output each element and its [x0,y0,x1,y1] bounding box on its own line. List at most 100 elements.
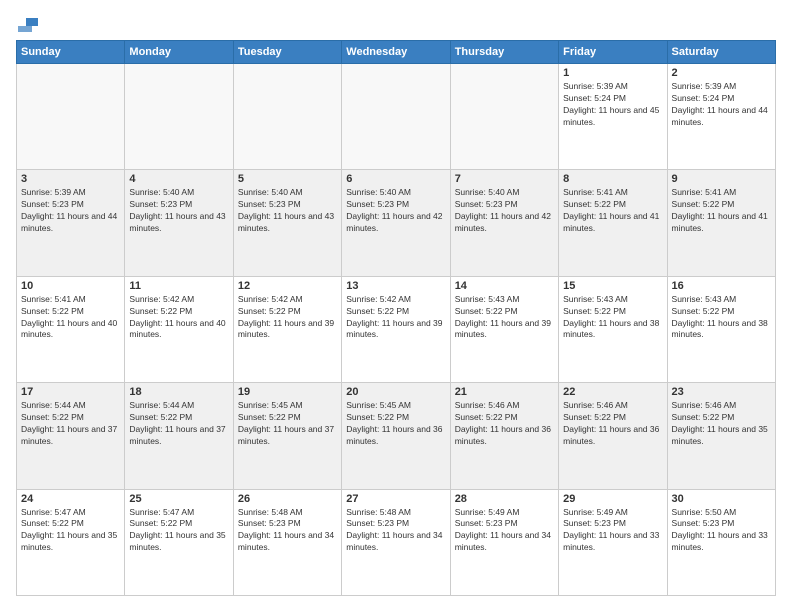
calendar-cell [125,64,233,170]
page: SundayMondayTuesdayWednesdayThursdayFrid… [0,0,792,612]
day-number: 25 [129,493,228,505]
day-info: Sunrise: 5:41 AM Sunset: 5:22 PM Dayligh… [672,187,771,235]
day-info: Sunrise: 5:43 AM Sunset: 5:22 PM Dayligh… [672,294,771,342]
logo [16,16,38,32]
day-info: Sunrise: 5:41 AM Sunset: 5:22 PM Dayligh… [563,187,662,235]
calendar-cell: 19Sunrise: 5:45 AM Sunset: 5:22 PM Dayli… [233,383,341,489]
day-number: 9 [672,173,771,185]
day-info: Sunrise: 5:39 AM Sunset: 5:23 PM Dayligh… [21,187,120,235]
weekday-header-monday: Monday [125,41,233,64]
calendar-cell: 22 Sunrise: 5:46 AM Sunset: 5:22 PM Dayli… [559,383,667,489]
day-info: Sunrise: 5:40 AM Sunset: 5:23 PM Dayligh… [346,187,445,235]
day-info: Sunrise: 5:50 AM Sunset: 5:23 PM Dayligh… [672,507,771,555]
calendar-cell [233,64,341,170]
day-info: Sunrise: 5:46 AM Sunset: 5:22 PM Dayligh… [455,400,554,448]
day-number: 27 [346,493,445,505]
calendar-cell: 30 Sunrise: 5:50 AM Sunset: 5:23 PM Dayli… [667,489,775,595]
calendar-table: SundayMondayTuesdayWednesdayThursdayFrid… [16,40,776,596]
calendar-cell: 12 Sunrise: 5:42 AM Sunset: 5:22 PM Dayli… [233,276,341,382]
calendar-cell: 9 Sunrise: 5:41 AM Sunset: 5:22 PM Daylig… [667,170,775,276]
day-info: Sunrise: 5:46 AM Sunset: 5:22 PM Dayligh… [563,400,662,448]
day-info: Sunrise: 5:39 AM Sunset: 5:24 PM Dayligh… [672,81,771,129]
day-info: Sunrise: 5:49 AM Sunset: 5:23 PM Dayligh… [455,507,554,555]
calendar-cell: 27Sunrise: 5:48 AM Sunset: 5:23 PM Dayli… [342,489,450,595]
calendar-cell: 26 Sunrise: 5:48 AM Sunset: 5:23 PM Dayli… [233,489,341,595]
day-info: Sunrise: 5:47 AM Sunset: 5:22 PM Dayligh… [21,507,120,555]
day-info: Sunrise: 5:46 AM Sunset: 5:22 PM Dayligh… [672,400,771,448]
day-number: 29 [563,493,662,505]
day-number: 26 [238,493,337,505]
calendar-cell: 4 Sunrise: 5:40 AM Sunset: 5:23 PM Daylig… [125,170,233,276]
day-number: 21 [455,386,554,398]
calendar-cell: 23 Sunrise: 5:46 AM Sunset: 5:22 PM Dayli… [667,383,775,489]
day-info: Sunrise: 5:40 AM Sunset: 5:23 PM Dayligh… [129,187,228,235]
calendar-cell: 1 Sunrise: 5:39 AM Sunset: 5:24 PM Daylig… [559,64,667,170]
day-number: 20 [346,386,445,398]
calendar-cell: 8 Sunrise: 5:41 AM Sunset: 5:22 PM Daylig… [559,170,667,276]
day-info: Sunrise: 5:47 AM Sunset: 5:22 PM Dayligh… [129,507,228,555]
weekday-header-thursday: Thursday [450,41,558,64]
calendar-cell: 7Sunrise: 5:40 AM Sunset: 5:23 PM Daylig… [450,170,558,276]
weekday-header-saturday: Saturday [667,41,775,64]
day-info: Sunrise: 5:48 AM Sunset: 5:23 PM Dayligh… [238,507,337,555]
weekday-header-sunday: Sunday [17,41,125,64]
day-info: Sunrise: 5:43 AM Sunset: 5:22 PM Dayligh… [563,294,662,342]
calendar-cell: 14Sunrise: 5:43 AM Sunset: 5:22 PM Dayli… [450,276,558,382]
calendar-cell: 25 Sunrise: 5:47 AM Sunset: 5:22 PM Dayli… [125,489,233,595]
day-info: Sunrise: 5:40 AM Sunset: 5:23 PM Dayligh… [455,187,554,235]
day-number: 6 [346,173,445,185]
logo-icon [18,16,38,32]
calendar-cell [342,64,450,170]
calendar-cell [450,64,558,170]
day-number: 28 [455,493,554,505]
day-number: 24 [21,493,120,505]
calendar-cell: 29 Sunrise: 5:49 AM Sunset: 5:23 PM Dayli… [559,489,667,595]
day-info: Sunrise: 5:40 AM Sunset: 5:23 PM Dayligh… [238,187,337,235]
day-info: Sunrise: 5:42 AM Sunset: 5:22 PM Dayligh… [238,294,337,342]
calendar-cell: 11 Sunrise: 5:42 AM Sunset: 5:22 PM Dayli… [125,276,233,382]
calendar-cell: 3Sunrise: 5:39 AM Sunset: 5:23 PM Daylig… [17,170,125,276]
day-info: Sunrise: 5:39 AM Sunset: 5:24 PM Dayligh… [563,81,662,129]
day-number: 19 [238,386,337,398]
calendar-cell: 24 Sunrise: 5:47 AM Sunset: 5:22 PM Dayli… [17,489,125,595]
calendar-cell: 18 Sunrise: 5:44 AM Sunset: 5:22 PM Dayli… [125,383,233,489]
day-info: Sunrise: 5:42 AM Sunset: 5:22 PM Dayligh… [129,294,228,342]
day-number: 11 [129,280,228,292]
day-number: 4 [129,173,228,185]
calendar-cell: 16Sunrise: 5:43 AM Sunset: 5:22 PM Dayli… [667,276,775,382]
day-info: Sunrise: 5:44 AM Sunset: 5:22 PM Dayligh… [21,400,120,448]
calendar-cell: 21 Sunrise: 5:46 AM Sunset: 5:22 PM Dayli… [450,383,558,489]
day-number: 8 [563,173,662,185]
calendar-week-1: 1 Sunrise: 5:39 AM Sunset: 5:24 PM Daylig… [17,64,776,170]
day-number: 15 [563,280,662,292]
day-number: 12 [238,280,337,292]
day-number: 30 [672,493,771,505]
day-number: 18 [129,386,228,398]
day-number: 5 [238,173,337,185]
day-info: Sunrise: 5:43 AM Sunset: 5:22 PM Dayligh… [455,294,554,342]
weekday-header-wednesday: Wednesday [342,41,450,64]
weekday-header-tuesday: Tuesday [233,41,341,64]
day-number: 23 [672,386,771,398]
header [16,16,776,32]
calendar-cell: 5 Sunrise: 5:40 AM Sunset: 5:23 PM Daylig… [233,170,341,276]
weekday-header-friday: Friday [559,41,667,64]
day-info: Sunrise: 5:44 AM Sunset: 5:22 PM Dayligh… [129,400,228,448]
calendar-cell: 28 Sunrise: 5:49 AM Sunset: 5:23 PM Dayli… [450,489,558,595]
calendar-cell: 20 Sunrise: 5:45 AM Sunset: 5:22 PM Dayli… [342,383,450,489]
calendar-cell: 15 Sunrise: 5:43 AM Sunset: 5:22 PM Dayli… [559,276,667,382]
calendar-cell [17,64,125,170]
calendar-cell: 17 Sunrise: 5:44 AM Sunset: 5:22 PM Dayli… [17,383,125,489]
calendar-week-3: 10Sunrise: 5:41 AM Sunset: 5:22 PM Dayli… [17,276,776,382]
day-number: 17 [21,386,120,398]
day-number: 13 [346,280,445,292]
day-number: 1 [563,67,662,79]
calendar-cell: 10Sunrise: 5:41 AM Sunset: 5:22 PM Dayli… [17,276,125,382]
day-number: 2 [672,67,771,79]
day-info: Sunrise: 5:49 AM Sunset: 5:23 PM Dayligh… [563,507,662,555]
day-number: 22 [563,386,662,398]
day-info: Sunrise: 5:45 AM Sunset: 5:22 PM Dayligh… [346,400,445,448]
calendar-week-2: 3Sunrise: 5:39 AM Sunset: 5:23 PM Daylig… [17,170,776,276]
calendar-week-5: 24 Sunrise: 5:47 AM Sunset: 5:22 PM Dayli… [17,489,776,595]
calendar-cell: 2 Sunrise: 5:39 AM Sunset: 5:24 PM Daylig… [667,64,775,170]
